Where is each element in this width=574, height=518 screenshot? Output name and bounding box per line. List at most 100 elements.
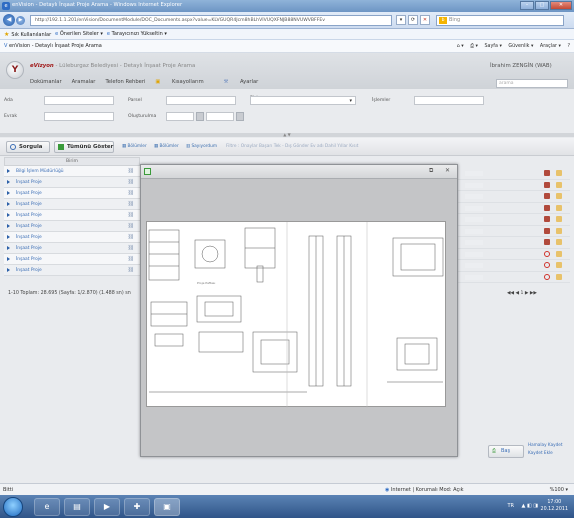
date-to-input[interactable] (206, 112, 234, 121)
nav-settings[interactable]: ⚒ Ayarlar (224, 79, 269, 85)
start-button[interactable] (3, 497, 23, 517)
attachment-icon[interactable]: ⛓ (128, 245, 134, 251)
edit-icon[interactable] (544, 170, 550, 176)
attachment-icon[interactable]: ⛓ (128, 212, 134, 218)
attachment-icon[interactable]: ⛓ (128, 168, 134, 174)
page-menu[interactable]: Sayfa ▾ (484, 44, 501, 49)
search-input[interactable]: b Bing (436, 15, 564, 26)
table-row[interactable]: İnşaat Proje ⛓ (4, 232, 140, 243)
table-row[interactable]: İnşaat Proje ⛓ (4, 265, 140, 276)
note-icon[interactable] (556, 239, 562, 245)
ie-taskbar-icon[interactable]: e (34, 498, 60, 516)
table-row[interactable]: İnşaat Proje ⛓ (4, 210, 140, 221)
expand-icon[interactable] (7, 246, 10, 250)
favorites-button[interactable]: ★ Sık Kullanılanlar (4, 31, 51, 38)
counter-link[interactable]: ▥ Sayıyordum (186, 144, 217, 149)
save-attachment-link[interactable]: Hamalay Kaydet (528, 441, 563, 449)
attachment-icon[interactable]: ⛓ (128, 267, 134, 273)
user-name[interactable]: İbrahim ZENGİN (WAB) (490, 63, 552, 69)
delete-icon[interactable] (544, 273, 550, 280)
attachment-icon[interactable]: ⛓ (128, 223, 134, 229)
dialog-titlebar[interactable]: ⧉ ✕ (141, 165, 457, 179)
ada-input[interactable] (44, 96, 114, 105)
suggested-sites-link[interactable]: e Önerilen Siteler ▾ (55, 31, 103, 37)
nav-searches[interactable]: Aramalar (72, 79, 96, 85)
table-row[interactable]: Bilgi İşlem Müdürlüğü ⛓ (4, 166, 140, 177)
expand-icon[interactable] (7, 268, 10, 272)
minimize-button[interactable]: – (520, 1, 534, 10)
delete-icon[interactable] (544, 250, 550, 257)
url-input[interactable]: http://192.1.1.201/enVision/DocumentModu… (30, 15, 392, 26)
sections-link-2[interactable]: ▦ Bölümler (154, 144, 179, 149)
tools-menu[interactable]: Araçlar ▾ (540, 44, 561, 49)
attachment-icon[interactable]: ⛓ (128, 234, 134, 240)
stop-icon[interactable]: ✕ (420, 15, 430, 25)
close-button[interactable]: ✕ (550, 1, 572, 10)
dropdown-icon[interactable]: ▾ (396, 15, 406, 25)
date-from-input[interactable] (166, 112, 194, 121)
note-icon[interactable] (556, 181, 562, 188)
note-icon[interactable] (556, 170, 562, 176)
dialog-close-button[interactable]: ✕ (445, 167, 450, 174)
zoom-level[interactable]: %100 ▾ (550, 487, 568, 493)
note-icon[interactable] (556, 216, 562, 222)
add-record-link[interactable]: Kaydet Ekle (528, 449, 563, 457)
attachment-icon[interactable]: ⛓ (128, 201, 134, 207)
safety-menu[interactable]: Güvenlik ▾ (508, 44, 533, 49)
expand-icon[interactable] (7, 202, 10, 206)
parsel-input[interactable] (166, 96, 236, 105)
tab-title[interactable]: V enVision - Detaylı İnşaat Proje Arama (4, 43, 102, 49)
expand-icon[interactable] (7, 213, 10, 217)
tray-icons[interactable]: ▲ ◧ ◨ (522, 503, 538, 509)
expand-icon[interactable] (7, 180, 10, 184)
app-taskbar-icon[interactable]: ✚ (124, 498, 150, 516)
back-icon[interactable]: ◀ (3, 14, 15, 26)
note-icon[interactable] (556, 250, 562, 257)
expand-icon[interactable] (7, 169, 10, 173)
note-icon[interactable] (556, 227, 562, 234)
app-search-input[interactable]: arama (496, 79, 568, 88)
table-row[interactable]: İnşaat Proje ⛓ (4, 254, 140, 265)
note-icon[interactable] (556, 204, 562, 211)
table-row[interactable]: İnşaat Proje ⛓ (4, 199, 140, 210)
calendar-icon[interactable] (236, 112, 244, 121)
refresh-icon[interactable]: ⟳ (408, 15, 418, 25)
active-window-taskbar-icon[interactable]: ▣ (154, 498, 180, 516)
edit-icon[interactable] (544, 227, 550, 234)
maximize-button[interactable]: □ (535, 1, 549, 10)
expand-icon[interactable] (7, 235, 10, 239)
calendar-icon[interactable] (196, 112, 204, 121)
print-button[interactable]: ⎙ Baş (488, 445, 524, 458)
edit-icon[interactable] (544, 193, 550, 199)
clock[interactable]: 17:00 20.12.2011 (541, 499, 568, 513)
note-icon[interactable] (556, 262, 562, 268)
table-row[interactable]: İnşaat Proje ⛓ (4, 177, 140, 188)
query-button[interactable]: Sorgula (6, 141, 50, 153)
blueprint-preview[interactable]: Proje Paftası (146, 221, 446, 408)
table-row[interactable]: İnşaat Proje ⛓ (4, 188, 140, 199)
folder-taskbar-icon[interactable]: ▤ (64, 498, 90, 516)
pager[interactable]: ◀◀ ◀ 1 ▶ ▶▶ (507, 291, 537, 296)
table-row[interactable]: İnşaat Proje ⛓ (4, 221, 140, 232)
forward-icon[interactable]: ▶ (16, 16, 25, 25)
edit-icon[interactable] (544, 239, 550, 245)
language-indicator[interactable]: TR (507, 503, 514, 509)
home-icon[interactable]: ⌂ ▾ (457, 44, 464, 49)
expand-icon[interactable] (7, 224, 10, 228)
table-row[interactable]: İnşaat Proje ⛓ (4, 243, 140, 254)
nav-shortcuts[interactable]: ▣ Kısayollarım (155, 79, 213, 85)
column-header-birim[interactable]: Birim (4, 157, 140, 166)
nav-documents[interactable]: Dokümanlar (30, 79, 62, 85)
nav-phonebook[interactable]: Telefon Rehberi (105, 79, 145, 85)
birim-select[interactable]: ▾ (250, 96, 356, 105)
print-icon[interactable]: ⎙ ▾ (470, 44, 478, 49)
attachment-icon[interactable]: ⛓ (128, 190, 134, 196)
sections-link[interactable]: ▦ Bölümler (122, 144, 147, 149)
expand-icon[interactable] (7, 191, 10, 195)
security-zone[interactable]: ◉ Internet | Korumalı Mod: Açık (385, 487, 463, 493)
expand-icon[interactable] (7, 257, 10, 261)
help-icon[interactable]: ? (567, 44, 570, 49)
edit-icon[interactable] (544, 216, 550, 222)
upgrade-browser-link[interactable]: e Tarayıcınızı Yükseltin ▾ (107, 31, 167, 37)
show-all-button[interactable]: Tümünü Göster (54, 141, 114, 153)
